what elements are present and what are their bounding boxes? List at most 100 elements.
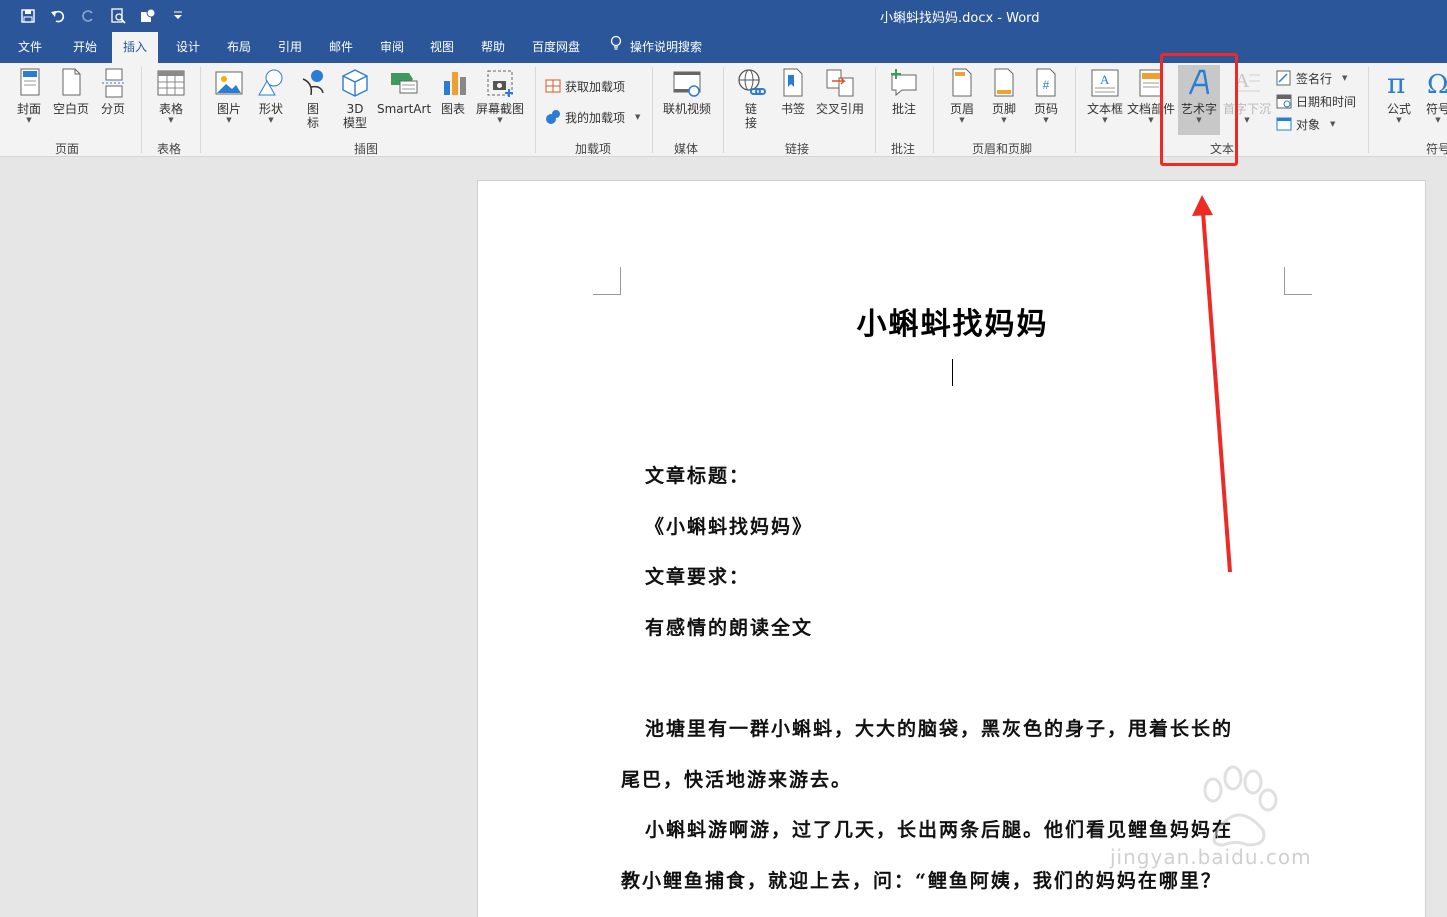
shapes-button[interactable]: 形状 ▼: [254, 67, 288, 125]
shapes-icon: [258, 69, 283, 96]
picture-button[interactable]: 图片 ▼: [213, 67, 245, 125]
doc-line: 文章要求：: [645, 566, 751, 588]
cross-reference-button[interactable]: 交叉引用: [815, 67, 865, 116]
bar-chart-icon: [444, 72, 466, 95]
screenshot-button[interactable]: 屏幕截图 ▼: [475, 67, 525, 125]
text-box-icon: A: [1091, 69, 1119, 97]
chevron-down-icon: ▼: [26, 116, 32, 124]
tab-baidu-netdisk[interactable]: 百度网盘: [530, 32, 582, 63]
print-preview-icon[interactable]: [108, 6, 128, 26]
save-icon[interactable]: [18, 6, 38, 26]
svg-text:Ω: Ω: [1427, 70, 1447, 99]
object-icon: [1276, 117, 1292, 131]
quick-access-toolbar: [18, 6, 188, 26]
tab-mailings[interactable]: 邮件: [327, 32, 355, 63]
chevron-down-icon: ▼: [635, 113, 641, 121]
tab-view[interactable]: 视图: [428, 32, 456, 63]
tab-references[interactable]: 引用: [276, 32, 304, 63]
text-cursor: [952, 359, 953, 386]
new-comment-button[interactable]: 批注: [888, 67, 920, 116]
customize-icon[interactable]: [168, 6, 188, 26]
3d-models-button[interactable]: 3D 模型: [339, 67, 371, 130]
tab-layout[interactable]: 布局: [225, 32, 253, 63]
addins-icon: [546, 110, 560, 124]
page-break-button[interactable]: 分页: [98, 67, 128, 116]
chevron-down-icon: ▼: [268, 116, 274, 124]
get-addins-button[interactable]: 获取加载项: [545, 77, 625, 95]
page-number-icon: #: [1036, 68, 1056, 97]
chevron-down-icon: ▼: [497, 116, 503, 124]
table-button[interactable]: 表格 ▼: [155, 67, 187, 125]
tell-me-label: 操作说明搜索: [630, 40, 703, 54]
blank-page-button[interactable]: 空白页: [52, 67, 90, 116]
equation-button[interactable]: π 公式 ▼: [1383, 67, 1415, 125]
group-separator: [1075, 67, 1076, 153]
svg-text:π: π: [1387, 67, 1405, 99]
chevron-down-icon: ▼: [1342, 74, 1348, 82]
chevron-down-icon: ▼: [1001, 116, 1007, 124]
redo-icon[interactable]: [78, 6, 98, 26]
group-separator: [1368, 67, 1369, 153]
text-box-button[interactable]: A 文本框 ▼: [1085, 67, 1125, 125]
page-break-icon: [102, 68, 126, 98]
tab-review[interactable]: 审阅: [378, 32, 406, 63]
picture-icon: [215, 71, 243, 95]
header-icon: [952, 68, 972, 97]
undo-icon[interactable]: [48, 6, 68, 26]
chevron-down-icon: ▼: [1435, 116, 1441, 124]
tab-design[interactable]: 设计: [174, 32, 202, 63]
header-button[interactable]: 页眉 ▼: [946, 67, 978, 125]
chevron-down-icon: ▼: [1043, 116, 1049, 124]
title-bar: 小蝌蚪找妈妈.docx - Word: [0, 0, 1447, 32]
date-time-button[interactable]: 日期和时间: [1276, 92, 1356, 110]
cover-page-button[interactable]: 封面 ▼: [14, 67, 44, 125]
doc-line: 尾巴，快活地游来游去。: [621, 769, 853, 791]
screenshot-icon: [487, 70, 513, 97]
chevron-down-icon: ▼: [226, 116, 232, 124]
online-video-button[interactable]: 联机视频: [661, 67, 713, 116]
group-label-pages: 页面: [55, 142, 80, 156]
link-button[interactable]: 链接: [735, 67, 767, 130]
group-label-media: 媒体: [674, 142, 699, 156]
group-separator: [875, 67, 876, 153]
group-label-addins: 加载项: [575, 142, 612, 156]
tab-insert[interactable]: 插入: [112, 32, 159, 63]
doc-line: 有感情的朗读全文: [645, 617, 814, 639]
icons-button[interactable]: 图标: [297, 67, 329, 130]
tab-help[interactable]: 帮助: [479, 32, 507, 63]
object-button[interactable]: 对象 ▼: [1276, 115, 1335, 133]
video-icon: [673, 71, 701, 97]
group-separator: [652, 67, 653, 153]
footer-button[interactable]: 页脚 ▼: [988, 67, 1020, 125]
touch-mode-icon[interactable]: [138, 6, 158, 26]
doc-line: 《小蝌蚪找妈妈》: [645, 516, 814, 538]
smartart-icon: [391, 73, 418, 94]
doc-line: 文章标题：: [645, 465, 751, 487]
bookmark-button[interactable]: 书签: [777, 67, 809, 116]
group-label-symbols: 符号: [1426, 142, 1447, 156]
signature-icon: [1276, 70, 1291, 86]
tab-file[interactable]: 文件: [16, 32, 44, 63]
omega-icon: Ω: [1427, 70, 1447, 99]
symbol-button[interactable]: Ω 符号 ▼: [1425, 67, 1447, 125]
tab-tell-me[interactable]: 操作说明搜索: [608, 32, 704, 63]
group-label-links: 链接: [785, 142, 810, 156]
group-label-comments: 批注: [891, 142, 916, 156]
page-number-button[interactable]: # 页码 ▼: [1030, 67, 1062, 125]
my-addins-button[interactable]: 我的加载项 ▼: [545, 108, 640, 126]
signature-line-button[interactable]: 签名行 ▼: [1276, 69, 1347, 87]
tab-home[interactable]: 开始: [71, 32, 99, 63]
group-separator: [535, 67, 536, 153]
smartart-button[interactable]: SmartArt: [377, 67, 431, 116]
chevron-down-icon: ▼: [168, 116, 174, 124]
group-separator: [141, 67, 142, 153]
store-icon: [545, 79, 561, 93]
blank-page-icon: [62, 68, 81, 96]
highlight-box: [1160, 53, 1238, 166]
chevron-down-icon: ▼: [1396, 116, 1402, 124]
icons-icon: [302, 70, 324, 96]
chevron-down-icon: ▼: [1102, 116, 1108, 124]
watermark-url: jingyan.baidu.com: [1110, 845, 1312, 869]
calendar-icon: [1276, 94, 1292, 109]
chart-button[interactable]: 图表: [439, 67, 467, 116]
